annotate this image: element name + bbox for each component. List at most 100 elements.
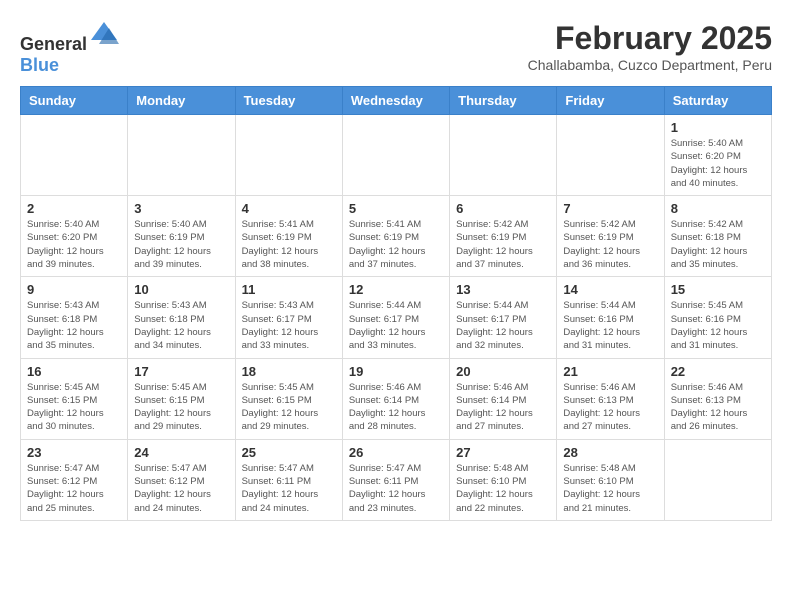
- calendar-week-0: 1 Sunrise: 5:40 AM Sunset: 6:20 PM Daylig…: [21, 115, 772, 196]
- calendar-cell: 12 Sunrise: 5:44 AM Sunset: 6:17 PM Dayli…: [342, 277, 449, 358]
- calendar-cell: 9 Sunrise: 5:43 AM Sunset: 6:18 PM Daylig…: [21, 277, 128, 358]
- day-info: Sunrise: 5:42 AM Sunset: 6:19 PM Dayligh…: [563, 218, 657, 271]
- title-area: February 2025 Challabamba, Cuzco Departm…: [528, 20, 772, 73]
- calendar-cell: 28 Sunrise: 5:48 AM Sunset: 6:10 PM Dayli…: [557, 439, 664, 520]
- calendar-cell: 5 Sunrise: 5:41 AM Sunset: 6:19 PM Daylig…: [342, 196, 449, 277]
- calendar-cell: 18 Sunrise: 5:45 AM Sunset: 6:15 PM Dayli…: [235, 358, 342, 439]
- day-number: 14: [563, 282, 657, 297]
- day-info: Sunrise: 5:41 AM Sunset: 6:19 PM Dayligh…: [242, 218, 336, 271]
- calendar-week-4: 23 Sunrise: 5:47 AM Sunset: 6:12 PM Dayli…: [21, 439, 772, 520]
- day-info: Sunrise: 5:46 AM Sunset: 6:13 PM Dayligh…: [671, 381, 765, 434]
- day-info: Sunrise: 5:45 AM Sunset: 6:15 PM Dayligh…: [27, 381, 121, 434]
- calendar-header-row: Sunday Monday Tuesday Wednesday Thursday…: [21, 87, 772, 115]
- day-info: Sunrise: 5:43 AM Sunset: 6:17 PM Dayligh…: [242, 299, 336, 352]
- day-number: 19: [349, 364, 443, 379]
- calendar-week-3: 16Sunrise: 5:45 AM Sunset: 6:15 PM Dayli…: [21, 358, 772, 439]
- day-number: 26: [349, 445, 443, 460]
- calendar-cell: 21 Sunrise: 5:46 AM Sunset: 6:13 PM Dayli…: [557, 358, 664, 439]
- calendar-cell: [450, 115, 557, 196]
- day-number: 17: [134, 364, 228, 379]
- day-info: Sunrise: 5:45 AM Sunset: 6:15 PM Dayligh…: [134, 381, 228, 434]
- calendar-cell: 13 Sunrise: 5:44 AM Sunset: 6:17 PM Dayli…: [450, 277, 557, 358]
- calendar-cell: 2Sunrise: 5:40 AM Sunset: 6:20 PM Daylig…: [21, 196, 128, 277]
- header-wednesday: Wednesday: [342, 87, 449, 115]
- calendar-cell: 23 Sunrise: 5:47 AM Sunset: 6:12 PM Dayli…: [21, 439, 128, 520]
- day-number: 23: [27, 445, 121, 460]
- day-number: 10: [134, 282, 228, 297]
- logo-general-text: General: [20, 34, 87, 54]
- calendar-cell: 16Sunrise: 5:45 AM Sunset: 6:15 PM Dayli…: [21, 358, 128, 439]
- day-info: Sunrise: 5:46 AM Sunset: 6:14 PM Dayligh…: [456, 381, 550, 434]
- calendar-cell: 19 Sunrise: 5:46 AM Sunset: 6:14 PM Dayli…: [342, 358, 449, 439]
- day-info: Sunrise: 5:47 AM Sunset: 6:12 PM Dayligh…: [27, 462, 121, 515]
- day-number: 25: [242, 445, 336, 460]
- header-tuesday: Tuesday: [235, 87, 342, 115]
- logo: General Blue: [20, 20, 119, 76]
- day-number: 9: [27, 282, 121, 297]
- day-info: Sunrise: 5:46 AM Sunset: 6:13 PM Dayligh…: [563, 381, 657, 434]
- calendar-cell: 14Sunrise: 5:44 AM Sunset: 6:16 PM Dayli…: [557, 277, 664, 358]
- logo-blue-text: Blue: [20, 55, 59, 75]
- calendar-cell: 27Sunrise: 5:48 AM Sunset: 6:10 PM Dayli…: [450, 439, 557, 520]
- day-number: 8: [671, 201, 765, 216]
- day-info: Sunrise: 5:46 AM Sunset: 6:14 PM Dayligh…: [349, 381, 443, 434]
- day-number: 6: [456, 201, 550, 216]
- day-number: 24: [134, 445, 228, 460]
- day-number: 18: [242, 364, 336, 379]
- day-number: 20: [456, 364, 550, 379]
- day-info: Sunrise: 5:47 AM Sunset: 6:11 PM Dayligh…: [349, 462, 443, 515]
- day-info: Sunrise: 5:41 AM Sunset: 6:19 PM Dayligh…: [349, 218, 443, 271]
- header-thursday: Thursday: [450, 87, 557, 115]
- location-subtitle: Challabamba, Cuzco Department, Peru: [528, 57, 772, 73]
- day-info: Sunrise: 5:40 AM Sunset: 6:20 PM Dayligh…: [671, 137, 765, 190]
- calendar-cell: 6Sunrise: 5:42 AM Sunset: 6:19 PM Daylig…: [450, 196, 557, 277]
- calendar-cell: 15Sunrise: 5:45 AM Sunset: 6:16 PM Dayli…: [664, 277, 771, 358]
- header-monday: Monday: [128, 87, 235, 115]
- day-number: 11: [242, 282, 336, 297]
- day-number: 1: [671, 120, 765, 135]
- day-info: Sunrise: 5:40 AM Sunset: 6:19 PM Dayligh…: [134, 218, 228, 271]
- header-saturday: Saturday: [664, 87, 771, 115]
- day-info: Sunrise: 5:47 AM Sunset: 6:12 PM Dayligh…: [134, 462, 228, 515]
- day-info: Sunrise: 5:48 AM Sunset: 6:10 PM Dayligh…: [456, 462, 550, 515]
- calendar-cell: 8 Sunrise: 5:42 AM Sunset: 6:18 PM Daylig…: [664, 196, 771, 277]
- calendar-week-1: 2Sunrise: 5:40 AM Sunset: 6:20 PM Daylig…: [21, 196, 772, 277]
- calendar-cell: [557, 115, 664, 196]
- day-info: Sunrise: 5:40 AM Sunset: 6:20 PM Dayligh…: [27, 218, 121, 271]
- calendar-cell: 26 Sunrise: 5:47 AM Sunset: 6:11 PM Dayli…: [342, 439, 449, 520]
- calendar-cell: [664, 439, 771, 520]
- calendar-cell: [21, 115, 128, 196]
- day-number: 7: [563, 201, 657, 216]
- page-header: General Blue February 2025 Challabamba, …: [20, 20, 772, 76]
- month-title: February 2025: [528, 20, 772, 57]
- calendar-cell: 7 Sunrise: 5:42 AM Sunset: 6:19 PM Daylig…: [557, 196, 664, 277]
- calendar-cell: 22Sunrise: 5:46 AM Sunset: 6:13 PM Dayli…: [664, 358, 771, 439]
- calendar-cell: [235, 115, 342, 196]
- day-info: Sunrise: 5:45 AM Sunset: 6:15 PM Dayligh…: [242, 381, 336, 434]
- day-number: 28: [563, 445, 657, 460]
- day-info: Sunrise: 5:43 AM Sunset: 6:18 PM Dayligh…: [134, 299, 228, 352]
- day-info: Sunrise: 5:44 AM Sunset: 6:17 PM Dayligh…: [456, 299, 550, 352]
- day-info: Sunrise: 5:42 AM Sunset: 6:18 PM Dayligh…: [671, 218, 765, 271]
- calendar-cell: [342, 115, 449, 196]
- calendar-cell: 3 Sunrise: 5:40 AM Sunset: 6:19 PM Daylig…: [128, 196, 235, 277]
- day-number: 21: [563, 364, 657, 379]
- day-number: 4: [242, 201, 336, 216]
- calendar-cell: 1 Sunrise: 5:40 AM Sunset: 6:20 PM Daylig…: [664, 115, 771, 196]
- header-sunday: Sunday: [21, 87, 128, 115]
- header-friday: Friday: [557, 87, 664, 115]
- day-number: 13: [456, 282, 550, 297]
- day-info: Sunrise: 5:45 AM Sunset: 6:16 PM Dayligh…: [671, 299, 765, 352]
- day-info: Sunrise: 5:48 AM Sunset: 6:10 PM Dayligh…: [563, 462, 657, 515]
- day-number: 12: [349, 282, 443, 297]
- day-info: Sunrise: 5:43 AM Sunset: 6:18 PM Dayligh…: [27, 299, 121, 352]
- day-number: 3: [134, 201, 228, 216]
- calendar-cell: 10 Sunrise: 5:43 AM Sunset: 6:18 PM Dayli…: [128, 277, 235, 358]
- day-info: Sunrise: 5:44 AM Sunset: 6:17 PM Dayligh…: [349, 299, 443, 352]
- calendar-cell: [128, 115, 235, 196]
- calendar-cell: 17 Sunrise: 5:45 AM Sunset: 6:15 PM Dayli…: [128, 358, 235, 439]
- calendar-cell: 25Sunrise: 5:47 AM Sunset: 6:11 PM Dayli…: [235, 439, 342, 520]
- day-number: 5: [349, 201, 443, 216]
- calendar-cell: 4 Sunrise: 5:41 AM Sunset: 6:19 PM Daylig…: [235, 196, 342, 277]
- calendar-week-2: 9 Sunrise: 5:43 AM Sunset: 6:18 PM Daylig…: [21, 277, 772, 358]
